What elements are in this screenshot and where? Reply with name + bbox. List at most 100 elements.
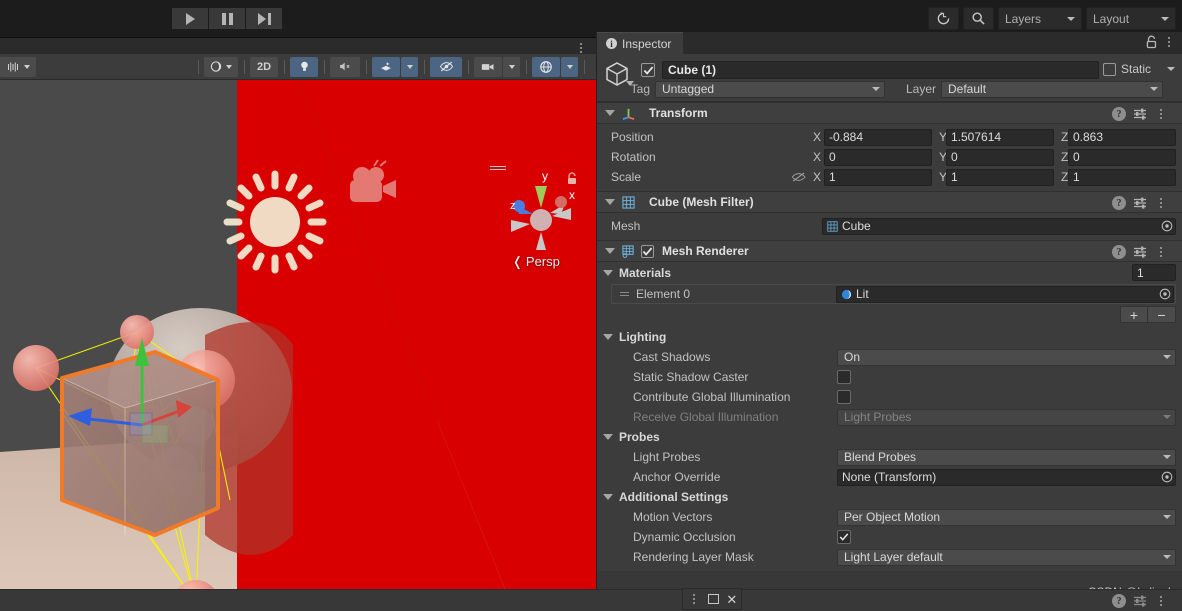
camera-settings-button[interactable] xyxy=(474,56,502,77)
lock-icon[interactable] xyxy=(566,172,578,185)
add-material-button[interactable]: + xyxy=(1120,306,1148,323)
tab-inspector[interactable]: i Inspector xyxy=(597,32,684,54)
inspector-tab-label: Inspector xyxy=(622,36,672,51)
layer-value: Default xyxy=(948,82,987,96)
object-picker-icon[interactable] xyxy=(1159,288,1171,300)
layer-dropdown[interactable]: Default xyxy=(941,80,1163,98)
mesh-renderer-menu-icon[interactable] xyxy=(1154,244,1168,260)
constrain-proportions-off-icon[interactable] xyxy=(791,170,806,184)
draw-mode-dropdown[interactable] xyxy=(204,56,238,77)
pause-button[interactable] xyxy=(209,8,245,29)
inspector-menu-icon[interactable] xyxy=(1162,34,1176,50)
rendering-layer-mask-dropdown[interactable]: Light Layer default xyxy=(837,548,1176,566)
perspective-label[interactable]: ❬ Persp xyxy=(512,254,560,270)
help-icon[interactable]: ? xyxy=(1112,196,1126,210)
lock-icon[interactable] xyxy=(1145,35,1158,49)
scale-x-input[interactable] xyxy=(824,168,932,186)
static-dropdown-chevron-icon[interactable] xyxy=(1167,67,1175,71)
drag-handle-icon[interactable] xyxy=(616,292,632,296)
camera-settings-dropdown[interactable] xyxy=(503,56,520,77)
light-probes-dropdown[interactable]: Blend Probes xyxy=(837,448,1176,466)
toolbar-separator xyxy=(366,59,367,74)
scene-lighting-toggle[interactable] xyxy=(290,56,318,77)
fx-toggle[interactable] xyxy=(372,56,400,77)
scene-audio-toggle[interactable] xyxy=(330,56,360,77)
gameobject-name-input[interactable] xyxy=(662,61,1099,79)
materials-section[interactable]: Materials xyxy=(597,263,1182,283)
position-x-axis-label: X xyxy=(813,130,822,144)
additional-settings-section[interactable]: Additional Settings xyxy=(597,487,1182,507)
mesh-filter-header[interactable]: Cube (Mesh Filter) ? xyxy=(597,191,1182,213)
2d-toggle-button[interactable]: 2D xyxy=(250,56,278,77)
tag-dropdown[interactable]: Untagged xyxy=(655,80,885,98)
object-picker-icon[interactable] xyxy=(1161,471,1173,483)
preset-sliders-icon[interactable] xyxy=(1133,196,1147,210)
layout-dropdown[interactable]: Layout xyxy=(1086,7,1176,30)
scale-z-input[interactable] xyxy=(1068,168,1176,186)
gameobject-enabled-checkbox[interactable] xyxy=(641,63,655,77)
search-button[interactable] xyxy=(963,7,994,30)
bottom-menu-icon[interactable] xyxy=(1154,593,1168,609)
mesh-renderer-header[interactable]: Mesh Renderer ? xyxy=(597,240,1182,262)
help-icon[interactable]: ? xyxy=(1112,107,1126,121)
help-icon[interactable]: ? xyxy=(1112,245,1126,259)
transform-menu-icon[interactable] xyxy=(1154,106,1168,122)
static-shadow-caster-checkbox[interactable] xyxy=(837,370,851,384)
mesh-renderer-enabled-checkbox[interactable] xyxy=(641,244,654,258)
rotation-x-input[interactable] xyxy=(824,148,932,166)
probes-section[interactable]: Probes xyxy=(597,427,1182,447)
contribute-gi-label: Contribute Global Illumination xyxy=(633,390,791,404)
lighting-foldout-icon[interactable] xyxy=(603,334,613,340)
checkmark-icon xyxy=(839,533,849,541)
scene-visibility-toggle[interactable] xyxy=(430,56,462,77)
play-button[interactable] xyxy=(172,8,208,29)
overlay-drag-handle[interactable] xyxy=(490,166,506,174)
preset-sliders-icon[interactable] xyxy=(1133,107,1147,121)
mesh-renderer-foldout[interactable] xyxy=(603,248,617,254)
close-icon[interactable]: ✕ xyxy=(726,593,737,606)
additional-settings-foldout-icon[interactable] xyxy=(603,494,613,500)
probes-foldout-icon[interactable] xyxy=(603,434,613,440)
help-icon[interactable]: ? xyxy=(1112,594,1126,608)
anchor-override-row: Anchor Override None (Transform) xyxy=(597,467,1182,487)
receive-gi-row: Receive Global Illumination Light Probes xyxy=(597,407,1182,427)
position-z-input[interactable] xyxy=(1068,128,1176,146)
motion-vectors-dropdown[interactable]: Per Object Motion xyxy=(837,508,1176,526)
dynamic-occlusion-checkbox[interactable] xyxy=(837,530,851,544)
overlay-menu-icon[interactable] xyxy=(687,591,701,607)
position-y-input[interactable] xyxy=(946,128,1054,146)
preset-sliders-icon[interactable] xyxy=(1133,245,1147,259)
contribute-gi-checkbox[interactable] xyxy=(837,390,851,404)
tool-handle-position-dropdown[interactable] xyxy=(0,56,36,77)
mesh-object-field[interactable]: Cube xyxy=(822,217,1176,235)
materials-count-input[interactable] xyxy=(1132,264,1176,281)
object-picker-icon[interactable] xyxy=(1161,220,1173,232)
anchor-override-object-field[interactable]: None (Transform) xyxy=(837,468,1176,486)
layers-dropdown[interactable]: Layers xyxy=(998,7,1082,30)
position-x-input[interactable] xyxy=(824,128,932,146)
material-object-field[interactable]: Lit xyxy=(836,285,1174,303)
step-button[interactable] xyxy=(246,8,282,29)
scale-y-input[interactable] xyxy=(946,168,1054,186)
mesh-filter-menu-icon[interactable] xyxy=(1154,195,1168,211)
transform-title: Transform xyxy=(649,106,708,120)
rotation-y-input[interactable] xyxy=(946,148,1054,166)
static-checkbox[interactable] xyxy=(1103,63,1116,76)
remove-material-button[interactable]: − xyxy=(1148,306,1176,323)
cast-shadows-dropdown[interactable]: On xyxy=(837,348,1176,366)
materials-foldout-icon[interactable] xyxy=(603,270,613,276)
scene-viewport[interactable]: y x z ❬ Persp xyxy=(0,80,596,611)
lighting-section[interactable]: Lighting xyxy=(597,327,1182,347)
mesh-filter-foldout[interactable] xyxy=(603,199,617,205)
unity-editor-window: Layers Layout 2D y x z ❬ Persp i Inspect… xyxy=(0,0,1182,611)
rotation-z-input[interactable] xyxy=(1068,148,1176,166)
fx-dropdown[interactable] xyxy=(401,56,418,77)
transform-foldout[interactable] xyxy=(603,110,617,116)
static-shadow-caster-row: Static Shadow Caster xyxy=(597,367,1182,387)
maximize-icon[interactable] xyxy=(708,594,720,604)
transform-header[interactable]: Transform ? xyxy=(597,102,1182,124)
undo-history-button[interactable] xyxy=(928,7,959,30)
preset-sliders-icon[interactable] xyxy=(1133,594,1147,608)
gizmos-toggle[interactable] xyxy=(532,56,560,77)
gizmos-dropdown[interactable] xyxy=(561,56,578,77)
